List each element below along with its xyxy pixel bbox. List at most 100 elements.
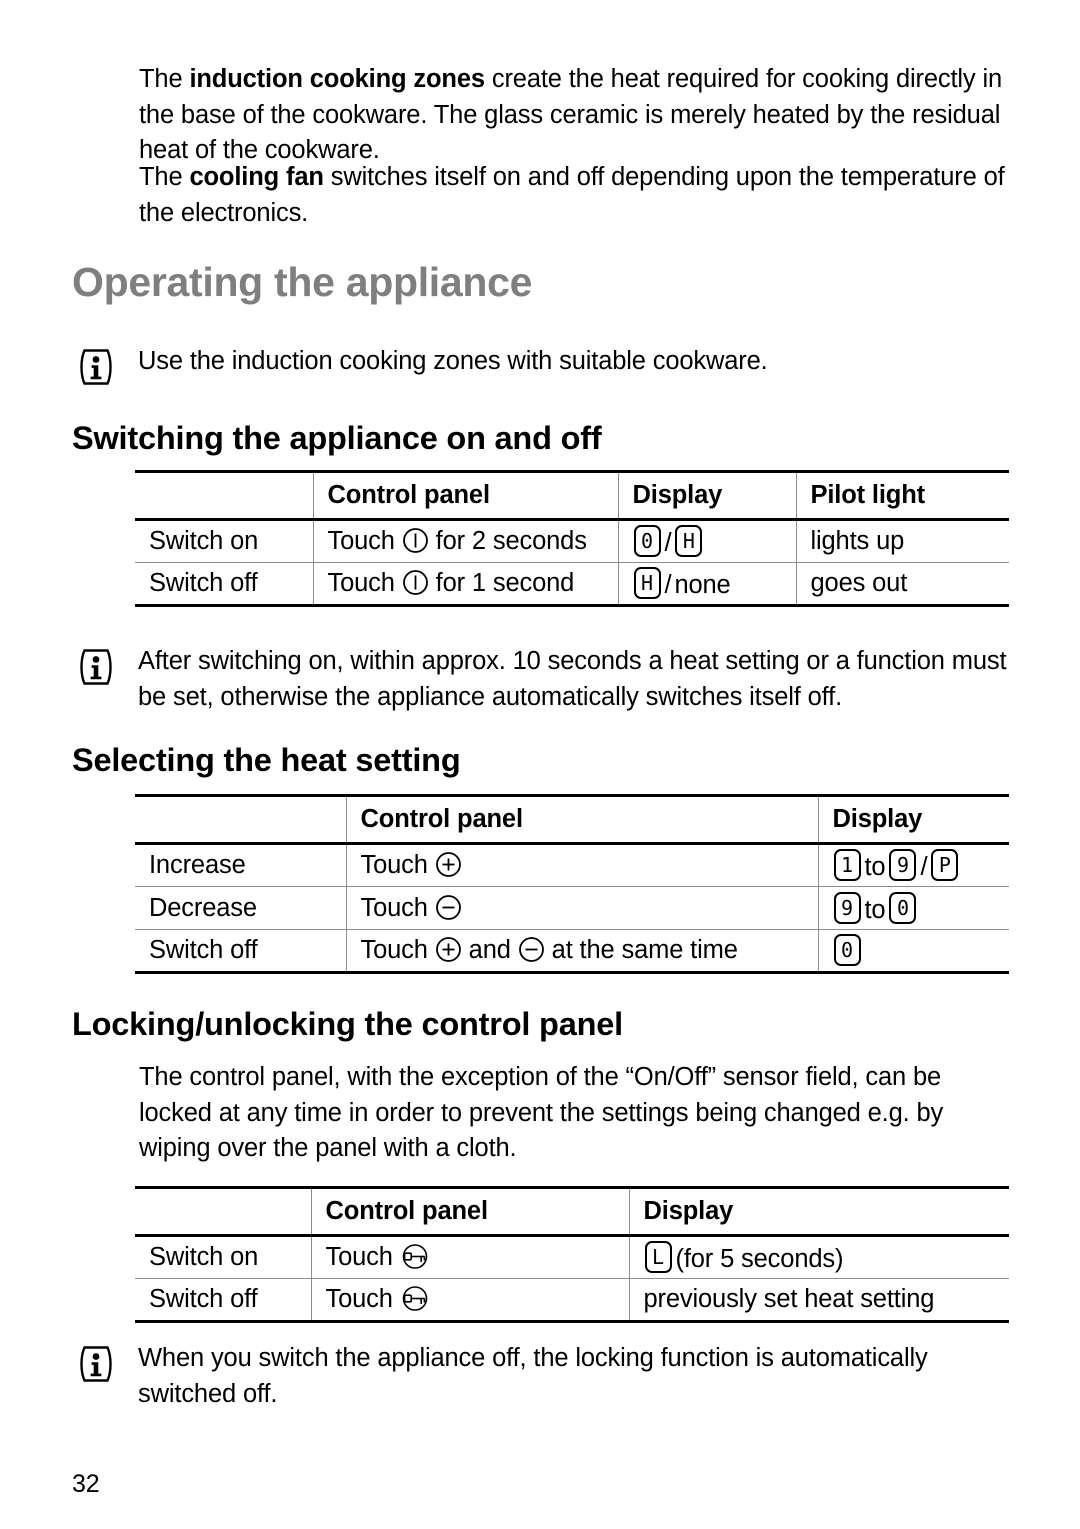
plus-icon — [435, 936, 462, 963]
touch-duration: for 1 second — [435, 569, 575, 597]
cell-display: 0 / H — [617, 519, 796, 563]
cell-pilot-light: lights up — [795, 519, 1009, 563]
cell-control-panel: Touch and at the same time — [345, 929, 818, 974]
segment-char: 1 — [840, 853, 854, 877]
table-header-control-panel: Control panel — [310, 1186, 629, 1237]
section-title-switching: Switching the appliance on and off — [72, 420, 602, 456]
intro-p2-lead: The — [139, 163, 190, 191]
cell-display: 0 — [817, 929, 1009, 974]
display-separator: / — [920, 853, 928, 881]
seven-segment-display: H — [675, 525, 703, 557]
info-note-1-text: Use the induction cooking zones with sui… — [138, 347, 768, 375]
cell-action: Switch on — [135, 1235, 311, 1279]
table-row: Switch on Touch L (for 5 seconds) — [135, 1235, 1009, 1279]
touch-label: Touch — [327, 569, 395, 597]
display-separator: / — [664, 529, 672, 557]
table-header-blank — [135, 1186, 311, 1237]
table-row: Increase Touch 1 to 9 / P — [135, 843, 1009, 887]
segment-char: 0 — [896, 895, 909, 920]
intro-paragraph-2: The cooling fan switches itself on and o… — [139, 160, 1011, 231]
touch-label: Touch — [360, 893, 428, 922]
segment-char: 9 — [840, 895, 854, 920]
seven-segment-display: L — [644, 1241, 672, 1273]
cell-action: Increase — [135, 843, 346, 887]
page-title: Operating the appliance — [72, 259, 533, 305]
cell-display: previously set heat setting — [628, 1278, 1009, 1323]
info-icon — [76, 347, 116, 387]
control-mid-label: and — [468, 936, 511, 964]
cell-action: Decrease — [135, 886, 346, 930]
cell-display: H / none — [617, 562, 796, 607]
touch-label: Touch — [360, 936, 428, 964]
cell-action: Switch off — [135, 562, 313, 607]
seven-segment-display: 0 — [889, 891, 917, 924]
power-icon — [402, 569, 429, 596]
document-page: The induction cooking zones create the h… — [0, 0, 1080, 1529]
cell-control-panel: Touch for 2 seconds — [312, 519, 618, 563]
seven-segment-display: H — [633, 567, 661, 599]
info-note-2-text: After switching on, within approx. 10 se… — [138, 647, 1007, 711]
segment-char: H — [640, 571, 654, 595]
cell-action: Switch off — [135, 929, 346, 974]
info-icon — [76, 647, 116, 687]
touch-duration: for 2 seconds — [435, 527, 587, 555]
segment-char: L — [651, 1245, 665, 1269]
seven-segment-display: 0 — [833, 934, 861, 966]
table-header-control-panel: Control panel — [345, 794, 818, 845]
cell-action: Switch on — [135, 519, 313, 563]
intro-paragraph-1: The induction cooking zones create the h… — [139, 62, 1011, 169]
table-switching: Control panel Display Pilot light Switch… — [135, 470, 1009, 607]
table-header-row: Control panel Display — [135, 1186, 1009, 1237]
display-link: to — [864, 895, 886, 924]
cell-pilot-light: goes out — [795, 562, 1009, 607]
intro-p2-bold: cooling fan — [189, 163, 324, 191]
section-title-locking: Locking/unlocking the control panel — [72, 1006, 623, 1042]
cell-control-panel: Touch — [310, 1235, 629, 1279]
power-icon — [402, 527, 429, 554]
seven-segment-display: 9 — [833, 891, 861, 924]
segment-char: 9 — [896, 853, 909, 877]
touch-label: Touch — [325, 1285, 393, 1313]
plus-icon — [435, 851, 462, 878]
page-number: 32 — [72, 1470, 100, 1498]
display-tail: none — [674, 571, 731, 599]
info-note-3: When you switch the appliance off, the l… — [76, 1341, 1006, 1412]
table-header-pilot-light: Pilot light — [795, 470, 1009, 521]
segment-char: H — [682, 529, 695, 553]
table-header-blank — [135, 794, 346, 845]
table-header-display: Display — [817, 794, 1009, 845]
display-note: (for 5 seconds) — [675, 1245, 844, 1273]
table-row: Switch on Touch for 2 seconds 0 / H lights… — [135, 519, 1009, 563]
cell-control-panel: Touch — [310, 1278, 629, 1323]
key-icon — [400, 1243, 430, 1270]
info-note-2: After switching on, within approx. 10 se… — [76, 644, 1016, 715]
info-icon — [76, 1344, 116, 1384]
intro-p1-lead: The — [139, 65, 190, 93]
segment-char: P — [938, 853, 951, 877]
control-suffix-label: at the same time — [551, 936, 738, 964]
seven-segment-display: 0 — [633, 525, 661, 557]
cell-display: 9 to 0 — [817, 886, 1009, 930]
table-row: Decrease Touch 9 to 0 — [135, 886, 1009, 930]
cell-control-panel: Touch — [345, 843, 818, 887]
touch-label: Touch — [325, 1243, 393, 1271]
table-header-display: Display — [628, 1186, 1009, 1237]
touch-label: Touch — [360, 851, 428, 879]
minus-icon — [518, 936, 545, 963]
info-note-1: Use the induction cooking zones with sui… — [76, 344, 1006, 387]
intro-p1-bold: induction cooking zones — [189, 65, 485, 93]
cell-action: Switch off — [135, 1278, 311, 1323]
cell-control-panel: Touch — [345, 886, 818, 930]
seven-segment-display: 9 — [889, 849, 917, 881]
table-row: Switch off Touch previously set heat set… — [135, 1278, 1009, 1323]
section-title-heat-setting: Selecting the heat setting — [72, 742, 461, 778]
table-locking: Control panel Display Switch on Touch L … — [135, 1186, 1009, 1323]
display-separator: / — [664, 571, 672, 599]
info-note-3-text: When you switch the appliance off, the l… — [138, 1344, 928, 1408]
cell-display: 1 to 9 / P — [817, 843, 1009, 887]
display-link: to — [864, 853, 886, 881]
table-row: Switch off Touch and at the same time 0 — [135, 929, 1009, 974]
cell-display: L (for 5 seconds) — [628, 1235, 1009, 1279]
table-header-row: Control panel Display Pilot light — [135, 470, 1009, 521]
touch-label: Touch — [327, 527, 395, 555]
